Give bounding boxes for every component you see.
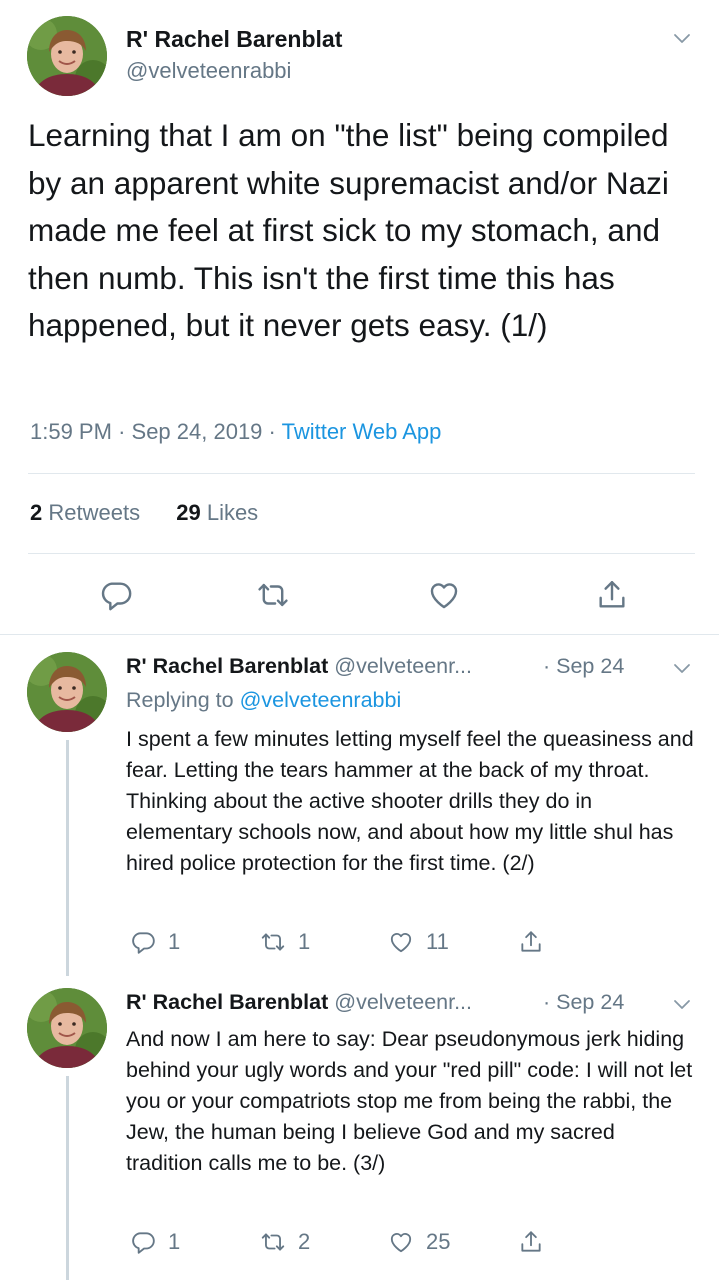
tweet-text: And now I am here to say: Dear pseudonym… — [126, 1027, 693, 1175]
reply-action[interactable]: 1 — [130, 1228, 180, 1256]
author-name: R' Rachel Barenblat — [126, 654, 329, 678]
avatar[interactable] — [27, 988, 107, 1068]
share-action[interactable] — [518, 1228, 556, 1256]
tweet-text: Learning that I am on "the list" being c… — [28, 117, 669, 343]
retweet-icon — [261, 933, 285, 951]
author-name: R' Rachel Barenblat — [126, 990, 329, 1014]
retweets-label: Retweets — [48, 500, 141, 525]
avatar[interactable] — [27, 652, 107, 732]
share-icon[interactable] — [595, 578, 629, 612]
reply-icon — [132, 932, 155, 954]
thread-line — [66, 1076, 69, 1280]
author-handle[interactable]: @velveteenrabbi — [126, 58, 291, 84]
retweet-count: 1 — [298, 929, 311, 954]
divider — [28, 553, 695, 554]
replying-prefix: Replying to — [126, 688, 234, 712]
like-action[interactable]: 25 — [388, 1228, 450, 1256]
meta-separator: · — [118, 419, 126, 444]
thread-line — [66, 740, 69, 976]
retweet-action[interactable]: 2 — [260, 1228, 310, 1256]
separator — [0, 634, 719, 635]
share-icon — [521, 931, 541, 952]
retweet-icon[interactable] — [256, 578, 290, 612]
reply-count: 1 — [168, 1229, 181, 1254]
likes-label: Likes — [206, 500, 259, 525]
likes-stat[interactable]: 29 Likes — [176, 500, 258, 525]
replying-to: Replying to @velveteenrabbi — [126, 688, 401, 713]
like-action[interactable]: 11 — [388, 928, 449, 956]
share-action[interactable] — [518, 928, 556, 956]
chevron-down-icon[interactable] — [670, 656, 694, 680]
retweets-count: 2 — [30, 500, 43, 525]
tweet-date[interactable]: · Sep 24 — [543, 654, 624, 679]
chevron-down-icon[interactable] — [670, 26, 694, 50]
meta-separator: · — [268, 419, 276, 444]
tweet-meta: 1:59 PM · Sep 24, 2019 · Twitter Web App — [30, 419, 441, 445]
like-icon[interactable] — [427, 578, 461, 612]
reply-header[interactable]: R' Rachel Barenblat @velveteenr... — [126, 654, 472, 679]
tweet-text: I spent a few minutes letting myself fee… — [126, 727, 694, 875]
reply-header[interactable]: R' Rachel Barenblat @velveteenr... — [126, 990, 472, 1015]
replying-to-link[interactable]: @velveteenrabbi — [240, 688, 402, 712]
retweets-stat[interactable]: 2 Retweets — [30, 500, 140, 525]
tweet-date[interactable]: · Sep 24 — [543, 990, 624, 1015]
chevron-down-icon[interactable] — [670, 992, 694, 1016]
divider — [28, 473, 695, 474]
tweet-stats: 2 Retweets 29 Likes — [30, 500, 258, 526]
retweet-action[interactable]: 1 — [260, 928, 310, 956]
reply-icon[interactable] — [99, 578, 133, 612]
retweet-count: 2 — [298, 1229, 311, 1254]
author-handle: @velveteenr... — [334, 654, 473, 678]
reply-icon — [132, 1232, 155, 1254]
retweet-icon — [261, 1233, 285, 1251]
author-name[interactable]: R' Rachel Barenblat — [126, 26, 342, 53]
tweet-time: 1:59 PM — [30, 419, 112, 444]
like-icon — [390, 932, 412, 953]
tweet-source-link[interactable]: Twitter Web App — [282, 419, 442, 444]
like-count: 25 — [426, 1229, 451, 1254]
reply-action[interactable]: 1 — [130, 928, 180, 956]
likes-count: 29 — [176, 500, 201, 525]
like-icon — [390, 1232, 412, 1253]
tweet-date[interactable]: Sep 24, 2019 — [132, 419, 263, 444]
like-count: 11 — [426, 929, 449, 954]
reply-count: 1 — [168, 929, 181, 954]
author-handle: @velveteenr... — [334, 990, 473, 1014]
share-icon — [521, 1231, 541, 1252]
avatar[interactable] — [27, 16, 107, 96]
